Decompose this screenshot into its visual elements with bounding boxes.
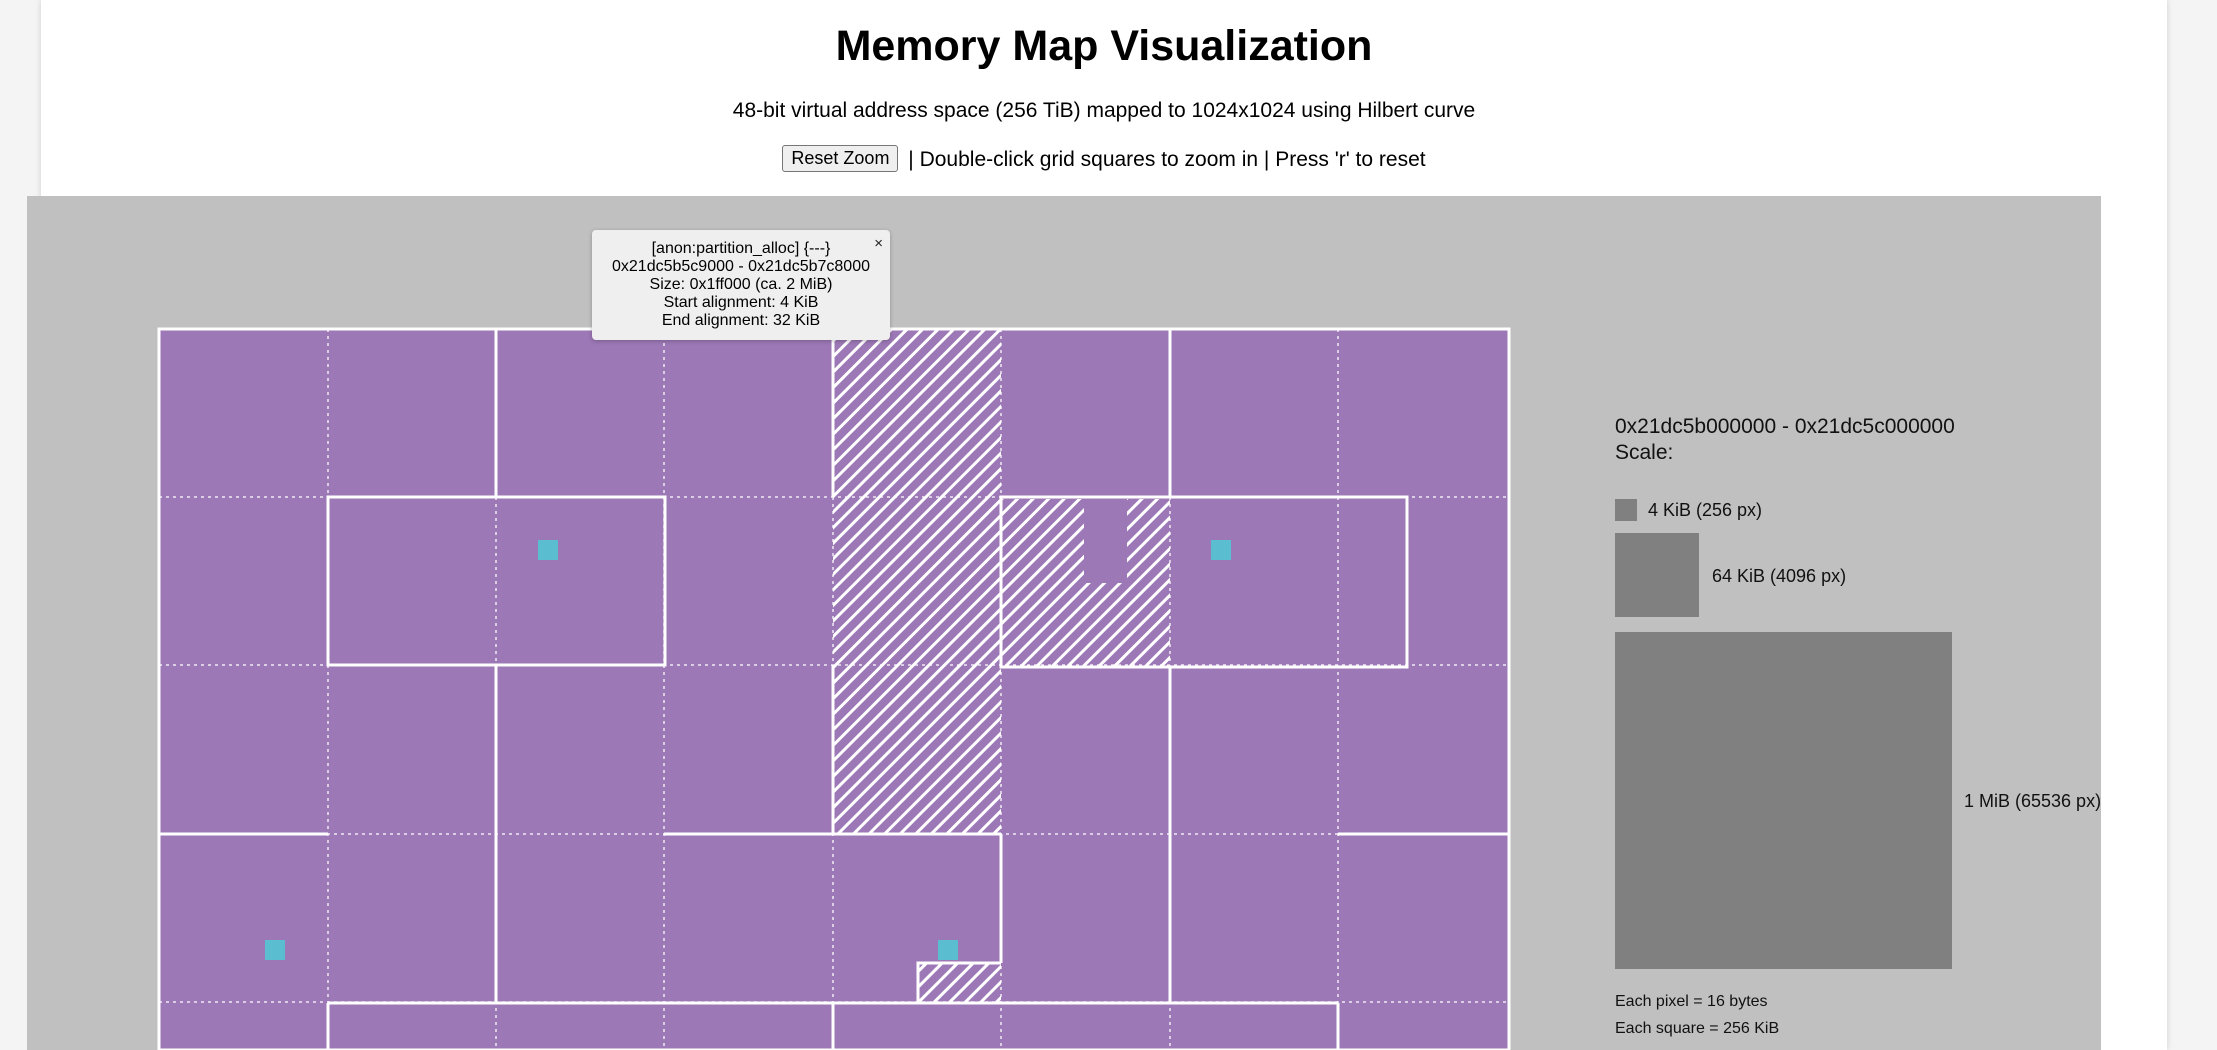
mapping-marker[interactable] xyxy=(938,940,958,960)
controls-bar: Reset Zoom | Double-click grid squares t… xyxy=(41,145,2167,174)
tooltip-address-range: 0x21dc5b5c9000 - 0x21dc5b7c8000 xyxy=(612,258,870,275)
page-title: Memory Map Visualization xyxy=(835,22,1373,70)
controls-hint: | Double-click grid squares to zoom in |… xyxy=(908,148,1426,171)
mapping-marker[interactable] xyxy=(1211,540,1231,560)
tooltip-region-name: [anon:partition_alloc] {---} xyxy=(651,240,831,257)
mapping-marker[interactable] xyxy=(265,940,285,960)
unhatched-gap xyxy=(1084,499,1127,583)
tooltip-size: Size: 0x1ff000 (ca. 2 MiB) xyxy=(649,276,833,293)
scale-box-64kib xyxy=(1615,533,1699,617)
page-subtitle: 48-bit virtual address space (256 TiB) m… xyxy=(732,99,1476,122)
scale-box-1mib xyxy=(1615,632,1952,969)
tooltip-start-alignment: Start alignment: 4 KiB xyxy=(663,294,819,311)
region-tooltip: × [anon:partition_alloc] {---} 0x21dc5b5… xyxy=(592,230,890,340)
memory-map-viewport[interactable]: 0x21dc5b000000 - 0x21dc5c000000 Scale: 4… xyxy=(27,196,2101,1050)
mapping-marker[interactable] xyxy=(538,540,558,560)
tooltip-end-alignment: End alignment: 32 KiB xyxy=(661,312,821,329)
reset-zoom-button[interactable]: Reset Zoom xyxy=(782,145,899,172)
memory-map-canvas[interactable] xyxy=(27,196,2101,1050)
scale-box-4kib xyxy=(1615,499,1637,521)
close-icon[interactable]: × xyxy=(874,235,883,253)
